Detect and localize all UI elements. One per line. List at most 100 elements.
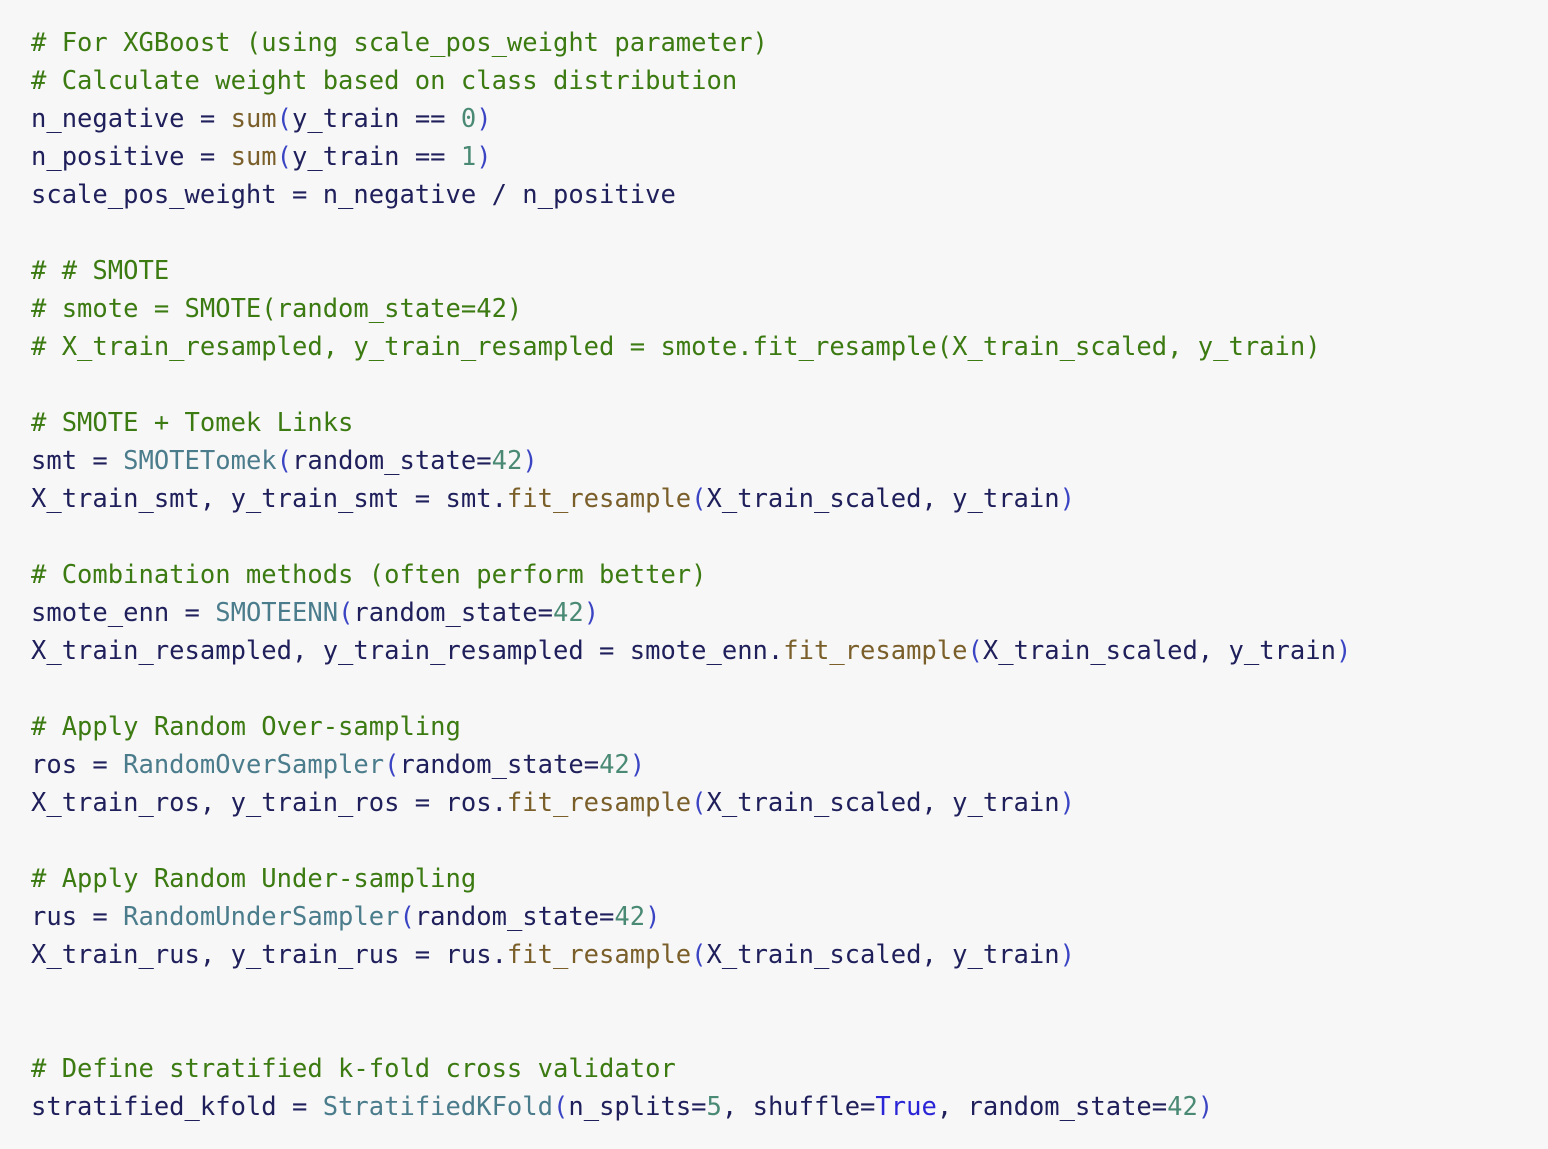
code-function-token: fit_resample — [506, 484, 692, 514]
code-class-token: StratifiedKFold — [322, 1092, 553, 1122]
code-text-token: X_train_scaled, y_train — [706, 484, 1060, 514]
code-text-token: X_train_scaled, y_train — [706, 788, 1060, 818]
code-comment-token: # SMOTE + Tomek Links — [31, 408, 354, 438]
code-line: n_positive = sum(y_train == 1) — [31, 138, 1548, 176]
code-text-token: X_train_ros, y_train_ros = ros. — [31, 788, 507, 818]
code-text-token: X_train_smt, y_train_smt = smt. — [31, 484, 507, 514]
code-paren-token: ( — [338, 598, 354, 628]
code-text-token: n_negative = — [31, 104, 231, 134]
code-paren-token: ) — [476, 142, 492, 172]
code-text-token: y_train == — [292, 104, 461, 134]
code-line: # Apply Random Over-sampling — [31, 708, 1548, 746]
code-class-token: SMOTEENN — [215, 598, 339, 628]
code-text-token: y_train == — [292, 142, 461, 172]
code-text-token: X_train_scaled, y_train — [982, 636, 1336, 666]
code-line: n_negative = sum(y_train == 0) — [31, 100, 1548, 138]
code-number-token: 42 — [614, 902, 646, 932]
code-line: X_train_ros, y_train_ros = ros.fit_resam… — [31, 784, 1548, 822]
code-comment-token: # Apply Random Under-sampling — [31, 864, 477, 894]
code-paren-token: ( — [276, 446, 293, 476]
code-paren-token: ) — [1059, 940, 1075, 970]
code-function-token: fit_resample — [783, 636, 968, 666]
code-line: # SMOTE + Tomek Links — [31, 404, 1548, 442]
code-paren-token: ( — [967, 636, 983, 666]
code-line: # # SMOTE — [31, 252, 1548, 290]
code-function-token: fit_resample — [506, 788, 692, 818]
code-lines: # For XGBoost (using scale_pos_weight pa… — [31, 24, 1548, 1126]
code-paren-token: ) — [1335, 636, 1352, 666]
code-class-token: RandomUnderSampler — [123, 902, 400, 932]
code-text-token: n_positive = — [31, 142, 231, 172]
code-text-token: rus = — [31, 902, 124, 932]
code-text-token: random_state= — [414, 902, 615, 932]
code-number-token: 5 — [706, 1092, 722, 1122]
code-text-token: X_train_rus, y_train_rus = rus. — [31, 940, 507, 970]
code-line: rus = RandomUnderSampler(random_state=42… — [31, 898, 1548, 936]
code-comment-token: # Define stratified k-fold cross validat… — [31, 1054, 676, 1084]
code-paren-token: ( — [276, 142, 293, 172]
code-text-token: ros = — [31, 750, 124, 780]
code-number-token: 42 — [1167, 1092, 1198, 1122]
code-line: # Combination methods (often perform bet… — [31, 556, 1548, 594]
code-comment-token: # Apply Random Over-sampling — [31, 712, 461, 742]
code-text-token: X_train_resampled, y_train_resampled = s… — [31, 636, 784, 666]
code-text-token: X_train_scaled, y_train — [706, 940, 1060, 970]
code-line: # Define stratified k-fold cross validat… — [31, 1050, 1548, 1088]
code-paren-token: ( — [691, 788, 707, 818]
code-text-token: n_splits= — [568, 1092, 707, 1122]
code-paren-token: ) — [583, 598, 600, 628]
code-text-token: smote_enn = — [31, 598, 216, 628]
code-line: ros = RandomOverSampler(random_state=42) — [31, 746, 1548, 784]
code-text-token: , random_state= — [936, 1092, 1168, 1122]
code-paren-token: ) — [522, 446, 538, 476]
code-text-token: scale_pos_weight = n_negative / n_positi… — [31, 180, 676, 210]
code-paren-token: ) — [1059, 484, 1075, 514]
code-keyword-token: True — [875, 1092, 937, 1122]
code-line: # Apply Random Under-sampling — [31, 860, 1548, 898]
code-paren-token: ( — [276, 104, 293, 134]
code-line: X_train_resampled, y_train_resampled = s… — [31, 632, 1548, 670]
code-class-token: RandomOverSampler — [123, 750, 385, 780]
code-text-token: , shuffle= — [721, 1092, 876, 1122]
code-text-token: stratified_kfold = — [31, 1092, 323, 1122]
code-text-token: random_state= — [292, 446, 492, 476]
code-text-token: random_state= — [399, 750, 600, 780]
code-paren-token: ( — [399, 902, 415, 932]
code-line: smote_enn = SMOTEENN(random_state=42) — [31, 594, 1548, 632]
code-number-token: 42 — [599, 750, 630, 780]
code-line: stratified_kfold = StratifiedKFold(n_spl… — [31, 1088, 1548, 1126]
code-function-token: sum — [230, 142, 277, 172]
code-comment-token: # # SMOTE — [31, 256, 170, 286]
code-block: # For XGBoost (using scale_pos_weight pa… — [0, 0, 1548, 1149]
code-paren-token: ) — [1197, 1092, 1214, 1122]
code-comment-token: # For XGBoost (using scale_pos_weight pa… — [31, 28, 768, 58]
code-comment-token: # X_train_resampled, y_train_resampled =… — [31, 332, 1321, 362]
code-line: smt = SMOTETomek(random_state=42) — [31, 442, 1548, 480]
code-paren-token: ( — [384, 750, 400, 780]
code-paren-token: ) — [476, 104, 492, 134]
code-text-token: random_state= — [353, 598, 554, 628]
code-paren-token: ) — [1059, 788, 1075, 818]
code-line: # For XGBoost (using scale_pos_weight pa… — [31, 24, 1548, 62]
code-number-token: 42 — [553, 598, 584, 628]
code-paren-token: ( — [553, 1092, 569, 1122]
code-line: scale_pos_weight = n_negative / n_positi… — [31, 176, 1548, 214]
code-function-token: fit_resample — [506, 940, 692, 970]
code-line: # smote = SMOTE(random_state=42) — [31, 290, 1548, 328]
code-line: X_train_rus, y_train_rus = rus.fit_resam… — [31, 936, 1548, 974]
code-number-token: 42 — [491, 446, 523, 476]
code-paren-token: ( — [691, 940, 707, 970]
code-number-token: 0 — [460, 104, 477, 134]
code-comment-token: # smote = SMOTE(random_state=42) — [31, 294, 523, 324]
code-comment-token: # Combination methods (often perform bet… — [31, 560, 707, 590]
code-paren-token: ) — [645, 902, 661, 932]
code-text-token: smt = — [31, 446, 124, 476]
code-comment-token: # Calculate weight based on class distri… — [31, 66, 738, 96]
code-function-token: sum — [230, 104, 277, 134]
